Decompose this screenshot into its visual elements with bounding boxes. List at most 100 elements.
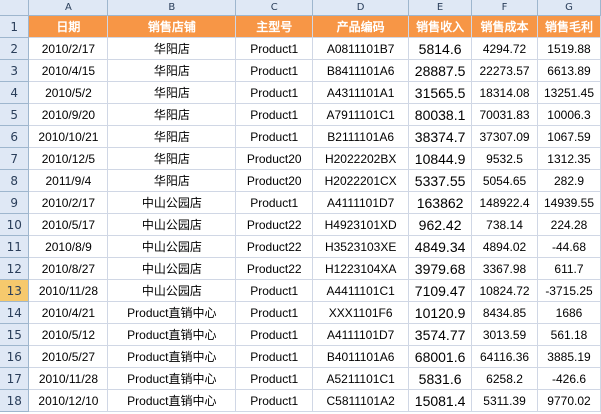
cell-store[interactable]: 中山公园店	[107, 279, 237, 302]
cell-revenue[interactable]: 5831.6	[408, 367, 473, 390]
cell-model[interactable]: Product1	[235, 301, 314, 324]
cell-store[interactable]: Product直销中心	[107, 345, 237, 368]
cell-gross-profit[interactable]: 1067.59	[537, 125, 601, 148]
row-header[interactable]: 2	[0, 37, 30, 60]
spreadsheet[interactable]: A B C D E F G 1 日期 销售店铺 主型号 产品编码 销售收入 销售…	[0, 0, 601, 414]
cell-date[interactable]: 2010/12/10	[28, 389, 109, 412]
cell-model[interactable]: Product1	[235, 279, 314, 302]
cell-revenue[interactable]: 5337.55	[408, 169, 473, 192]
cell-store[interactable]: 中山公园店	[107, 235, 237, 258]
cell-product-code[interactable]: H4923101XD	[312, 213, 410, 236]
cell-gross-profit[interactable]: 6613.89	[537, 59, 601, 82]
cell-revenue[interactable]: 3979.68	[408, 257, 473, 280]
cell-model[interactable]: Product1	[235, 125, 314, 148]
cell-date[interactable]: 2010/5/2	[28, 81, 109, 104]
cell-product-code[interactable]: B4011101A6	[312, 345, 410, 368]
cell-product-code[interactable]: A4411101C1	[312, 279, 410, 302]
column-header-f[interactable]: F	[471, 0, 538, 16]
cell-revenue[interactable]: 38374.7	[408, 125, 473, 148]
cell-cost[interactable]: 64116.36	[471, 345, 538, 368]
cell-gross-profit[interactable]: 1312.35	[537, 147, 601, 170]
cell-revenue[interactable]: 962.42	[408, 213, 473, 236]
cell-revenue[interactable]: 163862	[408, 191, 473, 214]
select-all-corner[interactable]	[0, 0, 30, 16]
cell-cost[interactable]: 9532.5	[471, 147, 538, 170]
cell-product-code[interactable]: C5811101A2	[312, 389, 410, 412]
cell-gross-profit[interactable]: -426.6	[537, 367, 601, 390]
cell-model[interactable]: Product1	[235, 59, 314, 82]
row-header[interactable]: 14	[0, 301, 30, 324]
cell-cost[interactable]: 3013.59	[471, 323, 538, 346]
cell-cost[interactable]: 148922.4	[471, 191, 538, 214]
row-header[interactable]: 10	[0, 213, 30, 236]
cell-gross-profit[interactable]: 3885.19	[537, 345, 601, 368]
row-header[interactable]: 16	[0, 345, 30, 368]
cell-date[interactable]: 2010/12/5	[28, 147, 109, 170]
cell-revenue[interactable]: 7109.47	[408, 279, 473, 302]
cell-store[interactable]: 华阳店	[107, 169, 237, 192]
row-header[interactable]: 18	[0, 389, 30, 412]
cell-revenue[interactable]: 10120.9	[408, 301, 473, 324]
cell-date[interactable]: 2010/8/27	[28, 257, 109, 280]
cell-gross-profit[interactable]: -44.68	[537, 235, 601, 258]
cell-date[interactable]: 2011/9/4	[28, 169, 109, 192]
cell-cost[interactable]: 10824.72	[471, 279, 538, 302]
row-header[interactable]: 5	[0, 103, 30, 126]
cell-date[interactable]: 2010/4/15	[28, 59, 109, 82]
cell-model[interactable]: Product1	[235, 81, 314, 104]
cell-product-code[interactable]: A7911101C1	[312, 103, 410, 126]
row-header[interactable]: 13	[0, 279, 30, 302]
cell-store[interactable]: Product直销中心	[107, 367, 237, 390]
cell-store[interactable]: Product直销中心	[107, 301, 237, 324]
row-header[interactable]: 15	[0, 323, 30, 346]
header-date[interactable]: 日期	[28, 15, 109, 38]
cell-model[interactable]: Product1	[235, 345, 314, 368]
cell-gross-profit[interactable]: 9770.02	[537, 389, 601, 412]
cell-model[interactable]: Product22	[235, 257, 314, 280]
cell-store[interactable]: Product直销中心	[107, 389, 237, 412]
cell-model[interactable]: Product1	[235, 37, 314, 60]
column-header-e[interactable]: E	[408, 0, 473, 16]
cell-product-code[interactable]: XXX1101F6	[312, 301, 410, 324]
cell-model[interactable]: Product1	[235, 191, 314, 214]
cell-model[interactable]: Product20	[235, 169, 314, 192]
row-header[interactable]: 6	[0, 125, 30, 148]
cell-cost[interactable]: 8434.85	[471, 301, 538, 324]
cell-gross-profit[interactable]: 1686	[537, 301, 601, 324]
column-header-d[interactable]: D	[312, 0, 410, 16]
sheet-grid[interactable]: A B C D E F G 1 日期 销售店铺 主型号 产品编码 销售收入 销售…	[0, 0, 601, 412]
cell-gross-profit[interactable]: 1519.88	[537, 37, 601, 60]
cell-revenue[interactable]: 31565.5	[408, 81, 473, 104]
header-model[interactable]: 主型号	[235, 15, 314, 38]
column-header-g[interactable]: G	[537, 0, 601, 16]
cell-revenue[interactable]: 4849.34	[408, 235, 473, 258]
cell-cost[interactable]: 18314.08	[471, 81, 538, 104]
cell-revenue[interactable]: 5814.6	[408, 37, 473, 60]
row-header[interactable]: 8	[0, 169, 30, 192]
cell-store[interactable]: Product直销中心	[107, 323, 237, 346]
cell-cost[interactable]: 22273.57	[471, 59, 538, 82]
cell-revenue[interactable]: 3574.77	[408, 323, 473, 346]
row-header[interactable]: 17	[0, 367, 30, 390]
cell-gross-profit[interactable]: 611.7	[537, 257, 601, 280]
cell-model[interactable]: Product1	[235, 323, 314, 346]
cell-model[interactable]: Product1	[235, 103, 314, 126]
cell-date[interactable]: 2010/2/17	[28, 37, 109, 60]
row-header[interactable]: 4	[0, 81, 30, 104]
header-revenue[interactable]: 销售收入	[408, 15, 473, 38]
cell-store[interactable]: 中山公园店	[107, 257, 237, 280]
cell-cost[interactable]: 37307.09	[471, 125, 538, 148]
header-cost[interactable]: 销售成本	[471, 15, 538, 38]
cell-product-code[interactable]: A0811101B7	[312, 37, 410, 60]
cell-store[interactable]: 华阳店	[107, 37, 237, 60]
cell-revenue[interactable]: 28887.5	[408, 59, 473, 82]
cell-product-code[interactable]: H2022201CX	[312, 169, 410, 192]
cell-cost[interactable]: 5054.65	[471, 169, 538, 192]
cell-gross-profit[interactable]: -3715.25	[537, 279, 601, 302]
cell-date[interactable]: 2010/11/28	[28, 367, 109, 390]
cell-product-code[interactable]: H2022202BX	[312, 147, 410, 170]
cell-store[interactable]: 中山公园店	[107, 191, 237, 214]
cell-cost[interactable]: 4294.72	[471, 37, 538, 60]
cell-product-code[interactable]: A4311101A1	[312, 81, 410, 104]
cell-gross-profit[interactable]: 13251.45	[537, 81, 601, 104]
